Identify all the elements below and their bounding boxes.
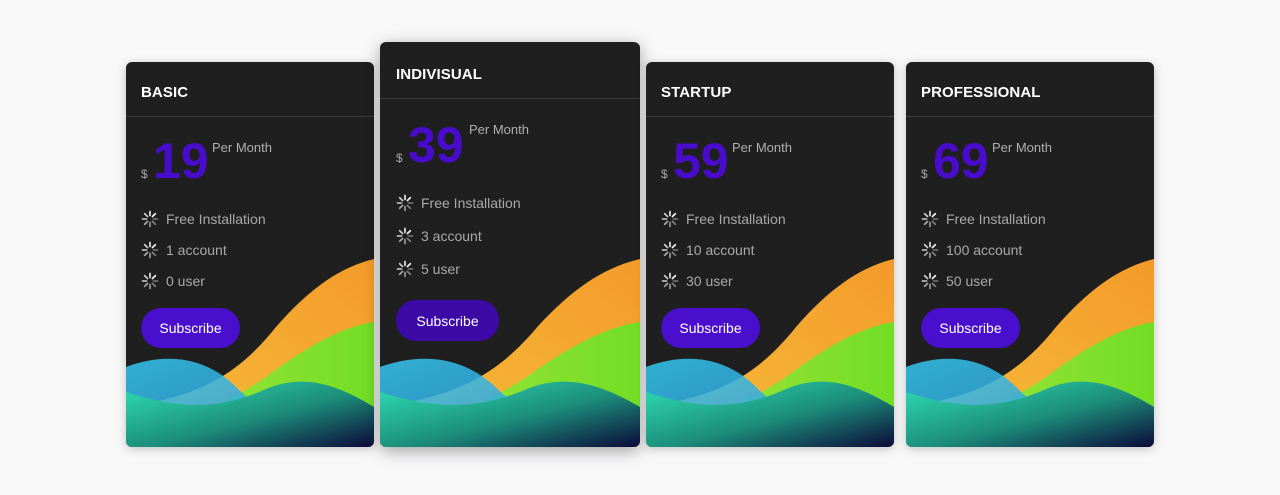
feature-item: Free Installation — [396, 186, 521, 219]
spinner-icon — [921, 241, 939, 259]
plan-name: STARTUP — [661, 84, 732, 101]
spinner-icon — [921, 210, 939, 228]
feature-item: 3 account — [396, 219, 521, 252]
feature-text: 3 account — [421, 227, 482, 244]
card-header: INDIVISUAL — [380, 42, 640, 99]
feature-item: Free Installation — [921, 203, 1046, 234]
feature-text: 10 account — [686, 241, 755, 258]
price-block: $ 19 Per Month — [141, 136, 361, 186]
pricing-card-indivisual: INDIVISUAL $ 39 Per Month Free Installat… — [380, 42, 640, 447]
wave-decoration — [906, 257, 1154, 447]
card-header: BASIC — [126, 62, 374, 117]
currency-symbol: $ — [921, 167, 928, 181]
feature-text: Free Installation — [166, 210, 266, 227]
feature-text: 100 account — [946, 241, 1023, 258]
feature-text: Free Installation — [421, 194, 521, 211]
wave-decoration — [126, 257, 374, 447]
currency-symbol: $ — [396, 151, 403, 165]
spinner-icon — [141, 241, 159, 259]
feature-text: Free Installation — [946, 210, 1046, 227]
price-period: Per Month — [732, 140, 792, 155]
price-block: $ 59 Per Month — [661, 136, 881, 186]
price-block: $ 39 Per Month — [396, 120, 616, 170]
feature-text: 1 account — [166, 241, 227, 258]
currency-symbol: $ — [661, 167, 668, 181]
pricing-card-professional: PROFESSIONAL $ 69 Per Month Free Install… — [906, 62, 1154, 447]
feature-item: Free Installation — [661, 203, 786, 234]
price-period: Per Month — [212, 140, 272, 155]
currency-symbol: $ — [141, 167, 148, 181]
price-amount: 69 — [933, 133, 989, 189]
card-header: STARTUP — [646, 62, 894, 117]
spinner-icon — [661, 241, 679, 259]
feature-item: Free Installation — [141, 203, 266, 234]
plan-name: BASIC — [141, 84, 189, 101]
spinner-icon — [661, 210, 679, 228]
pricing-card-basic: BASIC $ 19 Per Month Free Installation 1… — [126, 62, 374, 447]
card-header: PROFESSIONAL — [906, 62, 1154, 117]
price-amount: 39 — [408, 117, 464, 173]
wave-decoration — [646, 257, 894, 447]
spinner-icon — [396, 194, 414, 212]
feature-text: Free Installation — [686, 210, 786, 227]
wave-decoration — [380, 257, 640, 447]
spinner-icon — [141, 210, 159, 228]
price-block: $ 69 Per Month — [921, 136, 1141, 186]
price-amount: 59 — [673, 133, 729, 189]
spinner-icon — [396, 227, 414, 245]
price-amount: 19 — [153, 133, 209, 189]
price-period: Per Month — [469, 122, 529, 137]
pricing-card-startup: STARTUP $ 59 Per Month Free Installation… — [646, 62, 894, 447]
plan-name: INDIVISUAL — [396, 66, 483, 83]
plan-name: PROFESSIONAL — [921, 84, 1041, 101]
price-period: Per Month — [992, 140, 1052, 155]
